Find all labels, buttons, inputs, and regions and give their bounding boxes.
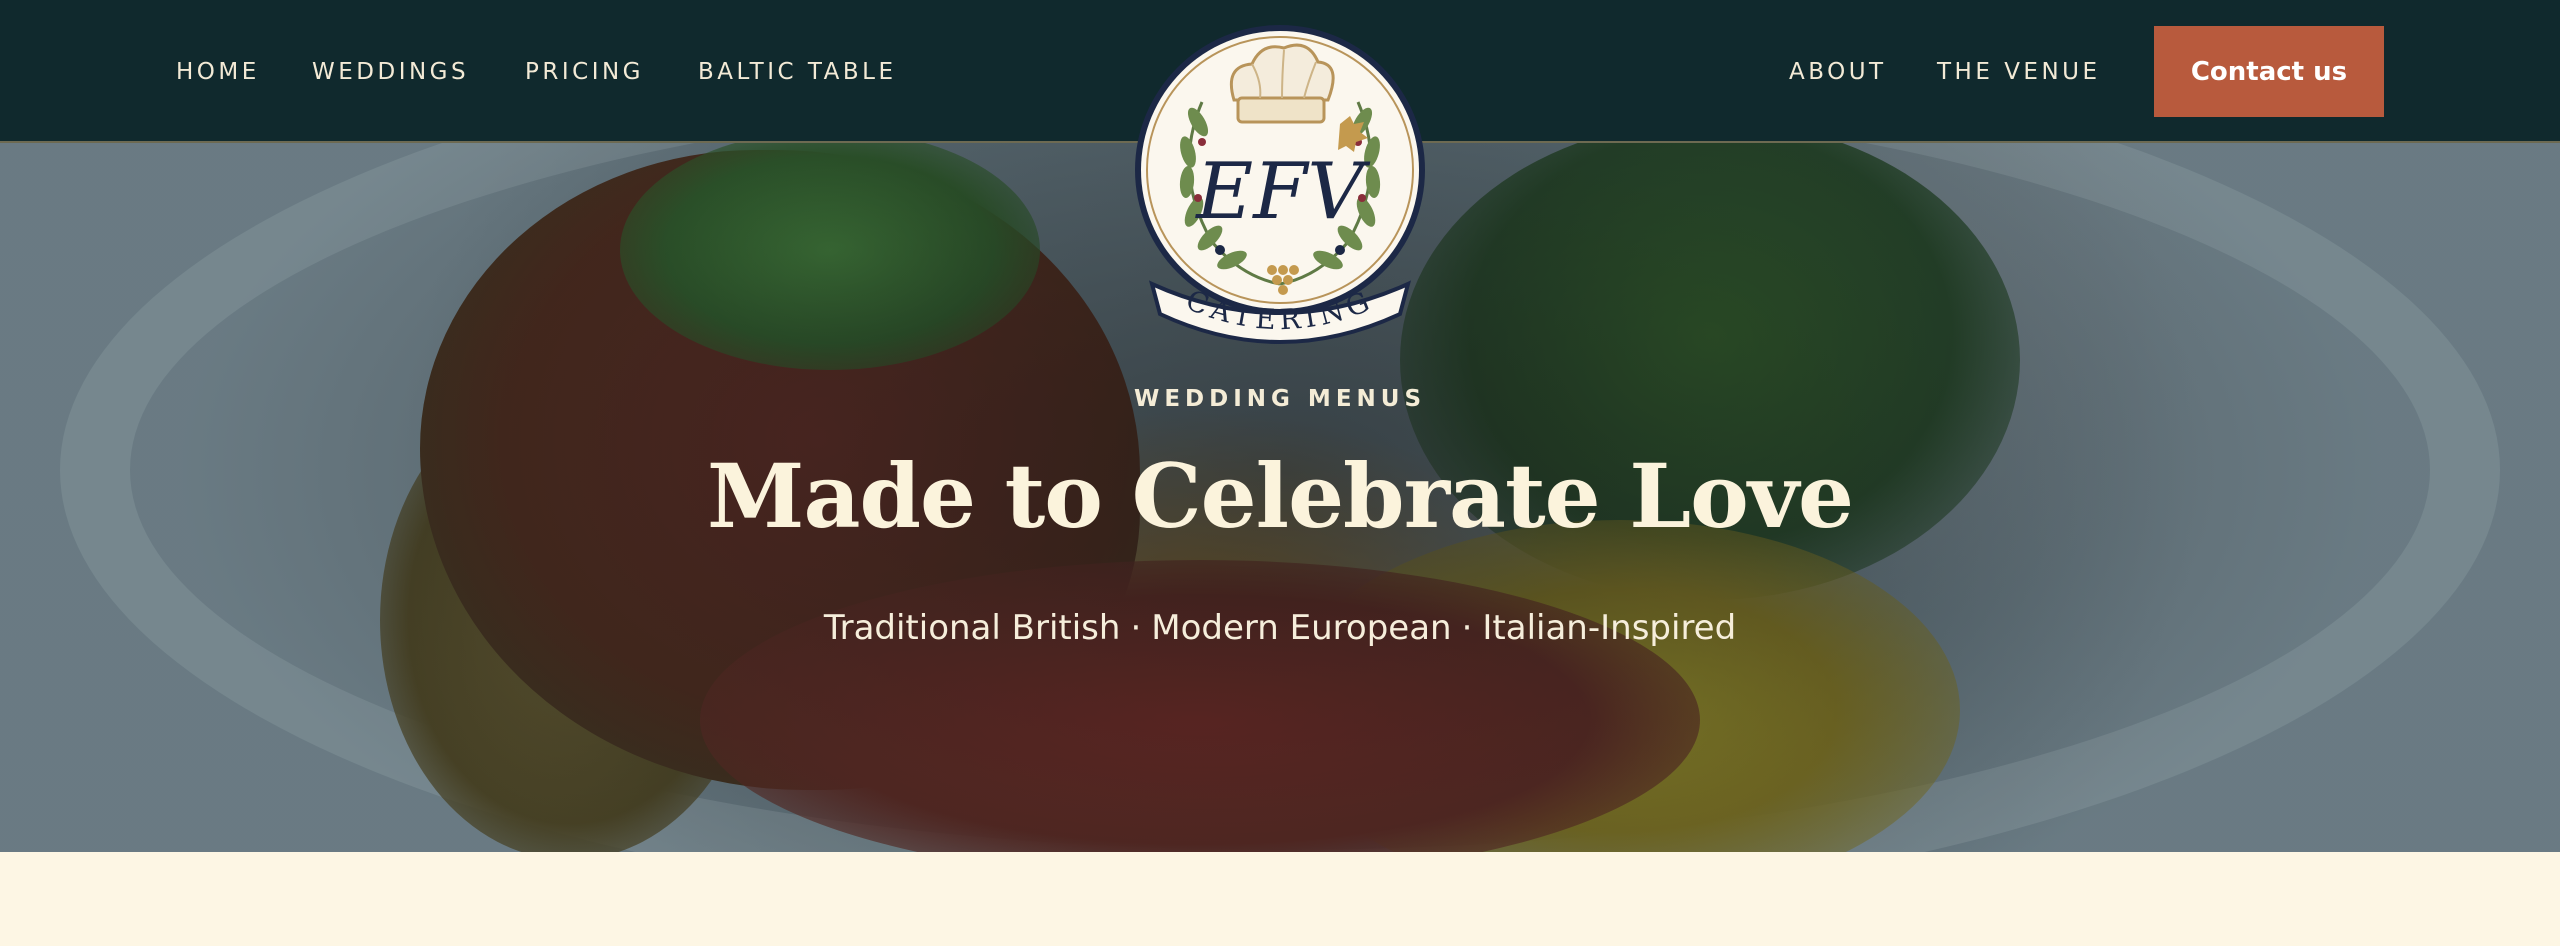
nav-link-the-venue[interactable]: THE VENUE xyxy=(1937,57,2101,87)
tagline-item: Modern European xyxy=(1151,608,1452,648)
nav-link-about[interactable]: ABOUT xyxy=(1789,57,1887,87)
nav-link-home[interactable]: HOME xyxy=(176,57,260,87)
content-section xyxy=(0,852,2560,946)
logo[interactable]: EFV CATERING xyxy=(1132,22,1428,358)
contact-us-button[interactable]: Contact us xyxy=(2154,26,2384,117)
hero-tagline: Traditional British · Modern European · Ital… xyxy=(0,608,2560,648)
tagline-item: Italian-Inspired xyxy=(1482,608,1737,648)
tagline-separator: · xyxy=(1461,608,1473,648)
tagline-item: Traditional British xyxy=(823,608,1121,648)
tagline-separator: · xyxy=(1130,608,1142,648)
hero-headline: Made to Celebrate Love xyxy=(707,444,1854,548)
hero-eyebrow: WEDDING MENUS xyxy=(1133,386,1427,412)
logo-monogram: EFV xyxy=(1194,147,1370,237)
efv-catering-logo: EFV CATERING xyxy=(1135,25,1425,344)
nav-link-pricing[interactable]: PRICING xyxy=(525,57,644,87)
nav-link-weddings[interactable]: WEDDINGS xyxy=(312,57,469,87)
nav-link-baltic-table[interactable]: BALTIC TABLE xyxy=(698,57,897,87)
